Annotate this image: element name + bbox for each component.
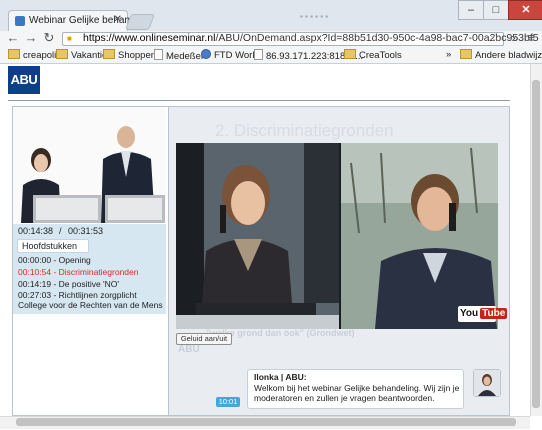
elapsed-time: 00:14:38	[18, 226, 54, 236]
bookmark-creatools[interactable]: CreaTools	[344, 49, 402, 61]
horizontal-scrollbar-thumb[interactable]	[16, 418, 516, 426]
tab-webinar[interactable]: Webinar Gelijke behandel ✕	[8, 10, 143, 32]
chat-author: Ilonka | ABU:	[254, 372, 307, 382]
bookmark-vakantie[interactable]: Vakantie	[56, 49, 107, 61]
page-icon	[154, 49, 163, 60]
folder-icon	[8, 49, 20, 59]
chapter-item[interactable]: 00:00:00 - Opening	[18, 255, 163, 265]
presenters-image	[13, 107, 166, 223]
maximize-button[interactable]: □	[483, 0, 509, 20]
extensions-chevron-icon[interactable]: »	[508, 31, 522, 45]
video-player[interactable]	[176, 143, 498, 329]
bookmark-other-folder[interactable]: Andere bladwijzers	[460, 49, 542, 61]
video-scene-left	[176, 143, 339, 329]
avatar	[473, 369, 501, 397]
video-scene-right	[341, 143, 498, 329]
slide-title: 2. Discriminatiegronden	[215, 121, 394, 140]
bookmark-medesser[interactable]: Medeßer	[154, 49, 204, 62]
chapters-heading: Hoofdstukken	[17, 239, 89, 253]
close-tab-icon[interactable]: ✕	[114, 14, 122, 25]
close-window-button[interactable]: ✕	[508, 0, 542, 20]
folder-icon	[56, 49, 68, 59]
header-divider	[8, 100, 510, 101]
chat-timestamp: 10:01	[216, 397, 240, 407]
youtube-logo[interactable]: You Tube	[458, 306, 508, 322]
playback-clock: 00:14:38 / 00:31:53	[13, 224, 166, 238]
video-abu-watermark: ABU	[178, 344, 200, 355]
globe-icon	[201, 49, 211, 59]
chapter-item[interactable]: 00:14:19 - De positive 'NO'	[18, 279, 163, 289]
folder-icon	[103, 49, 115, 59]
chapter-item-active[interactable]: 00:10:54 - Discriminatiegronden	[18, 267, 163, 277]
more-bookmarks-chevron[interactable]: »	[446, 49, 451, 60]
bookmark-star-icon[interactable]: ☆	[490, 31, 500, 44]
chat-message-text: Welkom bij het webinar Gelijke behandeli…	[254, 383, 460, 403]
webinar-favicon-icon	[15, 16, 25, 26]
bookmark-creapolis[interactable]: creapolis	[8, 49, 61, 61]
reload-icon[interactable]: ↻	[42, 31, 56, 45]
page-icon	[254, 49, 263, 60]
minimize-button[interactable]: –	[458, 0, 484, 20]
bookmark-shoppen[interactable]: Shoppen	[103, 49, 156, 61]
total-time: 00:31:53	[68, 226, 104, 236]
bookmarks-bar: creapolis Vakantie Shoppen Medeßer FTD W…	[0, 46, 542, 64]
url-text: https://www.onlineseminar.nl/ABU/OnDeman…	[83, 32, 539, 44]
lock-icon: ■	[67, 34, 72, 43]
forward-icon[interactable]: →	[24, 31, 38, 45]
folder-icon	[460, 49, 472, 59]
time-separator: /	[59, 226, 62, 236]
bookmark-ftd-world[interactable]: FTD World	[201, 49, 260, 61]
woman-on-phone-image	[176, 143, 339, 329]
vertical-scrollbar-thumb[interactable]	[532, 80, 540, 408]
youtube-you: You	[460, 308, 479, 319]
background-tabs: ▪ ▪ ▪ ▪ ▪ ▪	[300, 12, 329, 21]
chapter-item[interactable]: 00:27:03 - Richtlijnen zorgplicht Colleg…	[18, 290, 163, 310]
moderator-avatar-image	[474, 370, 500, 396]
presenter-video[interactable]	[13, 107, 166, 223]
back-icon[interactable]: ←	[6, 31, 20, 45]
window-controls: – □ ✕	[458, 0, 542, 20]
man-on-phone-image	[341, 143, 498, 329]
address-bar[interactable]: ■ https://www.onlineseminar.nl/ABU/OnDem…	[62, 31, 539, 46]
abu-logo: ABU	[8, 66, 40, 94]
folder-icon	[344, 49, 356, 59]
menu-icon[interactable]: ≡	[524, 31, 538, 45]
youtube-tube: Tube	[480, 308, 508, 319]
